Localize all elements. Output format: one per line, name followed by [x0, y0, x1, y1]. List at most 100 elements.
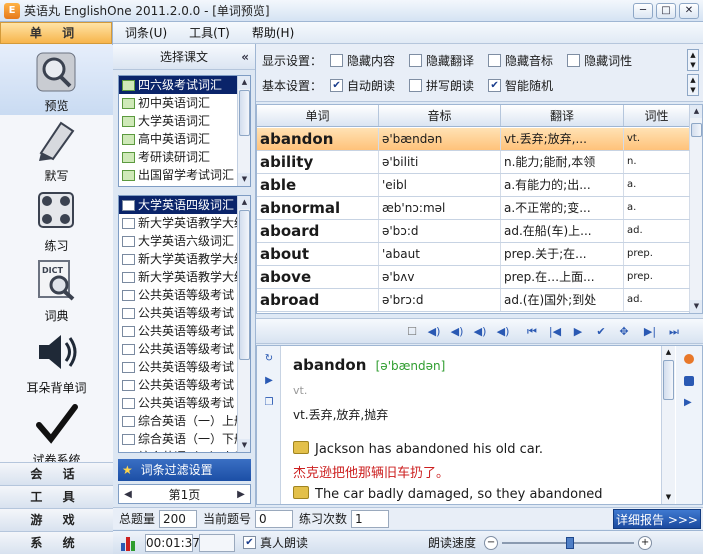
page-selector[interactable]: ◀ 第1页 ▶	[118, 484, 251, 504]
nav-section-games[interactable]: 游 戏	[0, 508, 113, 531]
menu-help[interactable]: 帮助(H)	[252, 24, 294, 41]
speed-decrease-icon[interactable]: −	[484, 535, 499, 550]
scroll-down-icon[interactable]: ▼	[662, 491, 675, 504]
table-row[interactable]: abroad ə'brɔ:d ad.(在)国外;到处 ad.	[257, 289, 690, 312]
setting-checkbox[interactable]: 隐藏词性	[567, 52, 632, 69]
checkbox-box[interactable]	[409, 53, 423, 67]
refresh-icon[interactable]: ↻	[262, 352, 276, 366]
detail-scrollbar[interactable]: ▲ ▼	[661, 346, 675, 504]
first-icon[interactable]: ⏮	[524, 324, 540, 340]
list-item[interactable]: 综合英语（一）下册	[119, 430, 250, 448]
table-scrollbar[interactable]: ▲ ▼	[689, 105, 702, 313]
list-item[interactable]: 初中英语词汇	[119, 94, 250, 112]
nav-section-words[interactable]: 单 词	[0, 22, 112, 44]
list-item[interactable]: 公共英语等级考试	[119, 358, 250, 376]
list-item[interactable]: 新大学英语教学大纲	[119, 268, 250, 286]
settings-scroll-up-icon[interactable]: ▲ ▼	[687, 49, 699, 71]
play-detail-icon[interactable]: ▶	[262, 374, 276, 388]
collapse-panel-button[interactable]: «	[241, 44, 249, 70]
category-list[interactable]: 四六级考试词汇 初中英语词汇 大学英语词汇 高中英语词汇 考研读研词汇 出国留学考试词汇 …	[118, 75, 251, 187]
nav-section-system[interactable]: 系 统	[0, 531, 113, 554]
nav-section-tools[interactable]: 工 具	[0, 485, 113, 508]
column-header-pos[interactable]: 词性	[624, 105, 690, 126]
scroll-up-icon[interactable]: ▲	[238, 196, 250, 209]
scroll-up-icon[interactable]: ▲	[662, 346, 675, 359]
checkbox-box[interactable]: ✔	[243, 536, 256, 549]
column-header-phonetic[interactable]: 音标	[379, 105, 501, 126]
last-icon[interactable]: ⏭	[666, 324, 682, 340]
scroll-down-icon[interactable]: ▼	[238, 439, 250, 452]
filter-settings-button[interactable]: ★ 词条过滤设置	[118, 459, 251, 481]
close-button[interactable]: ✕	[679, 3, 699, 19]
scroll-up-icon[interactable]: ▲	[690, 105, 702, 118]
previous-icon[interactable]: |◀	[547, 324, 563, 340]
column-header-word[interactable]: 单词	[257, 105, 379, 126]
next-icon[interactable]: ▶|	[642, 324, 658, 340]
checkbox-box[interactable]	[567, 53, 581, 67]
speaker-icon[interactable]	[293, 486, 309, 499]
table-row[interactable]: able'eibl a.有能力的;出... a.	[257, 174, 690, 197]
reading-speed-slider[interactable]: − +	[484, 535, 654, 551]
checkbox-box[interactable]	[330, 53, 344, 67]
list-item[interactable]: 综合英语（二）上册	[119, 448, 250, 452]
loop-checkbox-icon[interactable]: ☐	[404, 324, 420, 340]
scroll-thumb[interactable]	[691, 123, 702, 137]
list-item[interactable]: 公共英语等级考试	[119, 340, 250, 358]
real-reading-checkbox[interactable]: ✔ 真人朗读	[243, 534, 308, 551]
category-scrollbar[interactable]: ▲ ▼	[237, 76, 250, 186]
copy-icon[interactable]: ❐	[262, 396, 276, 410]
speed-increase-icon[interactable]: +	[638, 535, 653, 550]
checkbox-box[interactable]	[488, 53, 502, 67]
list-item[interactable]: 大学英语六级词汇	[119, 232, 250, 250]
scroll-down-icon[interactable]: ▼	[690, 300, 702, 313]
list-item[interactable]: 新大学英语教学大纲	[119, 214, 250, 232]
speaker-icon[interactable]: ◀)	[426, 324, 442, 340]
list-item[interactable]: 综合英语（一）上册	[119, 412, 250, 430]
random-icon[interactable]: ✥	[616, 324, 632, 340]
next-page-icon[interactable]: ▶	[232, 489, 250, 500]
play-record-icon[interactable]: ▶	[684, 398, 694, 408]
tool-preview[interactable]: 预览	[0, 45, 113, 115]
previous-page-icon[interactable]: ◀	[119, 489, 137, 500]
list-item[interactable]: 出国留学考试词汇	[119, 166, 250, 184]
list-item[interactable]: 新大学英语教学大纲	[119, 250, 250, 268]
slider-handle[interactable]	[566, 536, 575, 549]
speaker-slow-icon[interactable]: ◀)	[449, 324, 465, 340]
maximize-button[interactable]: □	[656, 3, 676, 19]
play-icon[interactable]: ▶	[570, 324, 586, 340]
list-item[interactable]: 大学英语四级词汇	[119, 196, 250, 214]
stop-icon[interactable]	[684, 376, 694, 386]
minimize-button[interactable]: ─	[633, 3, 653, 19]
list-item[interactable]: 高中英语词汇	[119, 130, 250, 148]
scroll-thumb[interactable]	[239, 90, 250, 136]
tool-practice[interactable]: 练习	[0, 185, 113, 255]
mark-icon[interactable]: ✔	[593, 324, 609, 340]
setting-checkbox[interactable]: 隐藏翻译	[409, 52, 474, 69]
speaker-fast-icon[interactable]: ◀)	[495, 324, 511, 340]
book-list[interactable]: 大学英语四级词汇 新大学英语教学大纲 大学英语六级词汇 新大学英语教学大纲 新大学英语教…	[118, 195, 251, 453]
setting-checkbox[interactable]: ✔ 自动朗读	[330, 77, 395, 94]
table-row[interactable]: abnormal æb'nɔ:məl a.不正常的;变... a.	[257, 197, 690, 220]
nav-section-conversation[interactable]: 会 话	[0, 462, 113, 485]
list-item[interactable]: 公共英语等级考试	[119, 376, 250, 394]
chart-icon[interactable]	[121, 535, 139, 551]
table-row[interactable]: ability ə'biliti n.能力;能耐,本领 n.	[257, 151, 690, 174]
table-row[interactable]: aboard ə'bɔ:d ad.在船(车)上... ad.	[257, 220, 690, 243]
table-row[interactable]: above ə'bʌv prep.在…上面... prep.	[257, 266, 690, 289]
tool-ear-memorize[interactable]: 耳朵背单词	[0, 327, 113, 397]
list-item[interactable]: 四六级考试词汇	[119, 76, 250, 94]
list-item[interactable]: 公共英语等级考试	[119, 394, 250, 412]
column-header-translation[interactable]: 翻译	[501, 105, 624, 126]
scroll-thumb[interactable]	[239, 210, 250, 360]
tool-dictation[interactable]: 默写	[0, 115, 113, 185]
book-scrollbar[interactable]: ▲ ▼	[237, 196, 250, 452]
menu-entries[interactable]: 词条(U)	[125, 24, 167, 41]
setting-checkbox[interactable]: 隐藏音标	[488, 52, 553, 69]
list-item[interactable]: 公共英语等级考试	[119, 322, 250, 340]
checkbox-box[interactable]: ✔	[330, 78, 344, 92]
settings-scroll-down-icon[interactable]: ▲ ▼	[687, 74, 699, 96]
speaker-medium-icon[interactable]: ◀)	[472, 324, 488, 340]
menu-tools[interactable]: 工具(T)	[189, 24, 230, 41]
scroll-up-icon[interactable]: ▲	[238, 76, 250, 89]
detailed-report-button[interactable]: 详细报告 >>>	[613, 509, 701, 529]
